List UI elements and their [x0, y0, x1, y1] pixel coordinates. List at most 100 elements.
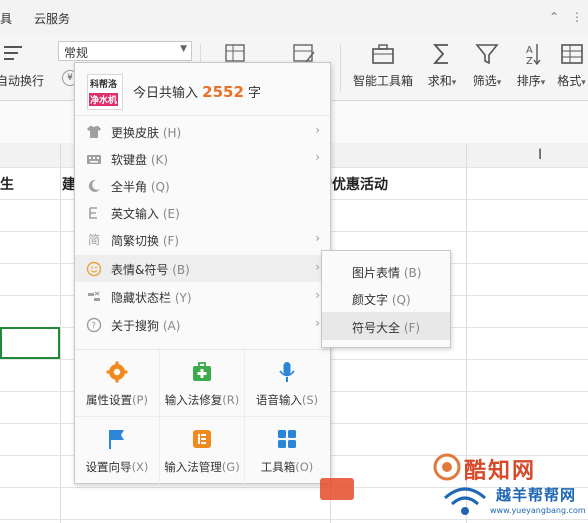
submenu-item-label: 颜文字 — [352, 293, 389, 307]
format-icon — [560, 44, 583, 64]
menu-item-english-input[interactable]: 英文输入 (E) — [75, 199, 330, 226]
more-options-icon[interactable]: ⋮ — [570, 10, 584, 24]
svg-text:Z: Z — [526, 56, 533, 67]
logo-text-line-1: 科帮洛 — [90, 80, 118, 90]
chevron-right-icon: › — [315, 316, 320, 330]
menu-item-hotkey: (E) — [162, 207, 180, 221]
ime-header: 科帮洛 净水机 今日共输入 2552 字 — [75, 63, 330, 116]
menu-item-hotkey: (Q) — [150, 180, 170, 194]
watermark-brand-text: 酷知网 — [464, 459, 537, 484]
tshirt-icon — [86, 124, 102, 140]
smiley-icon — [86, 261, 102, 277]
up-arrow-icon[interactable]: ⌃ — [547, 10, 561, 24]
svg-text:A: A — [526, 45, 533, 56]
emoji-symbol-submenu: 图片表情 (B) 颜文字 (Q) 符号大全 (F) — [321, 250, 451, 348]
menu-item-about-sogou[interactable]: ? 关于搜狗 (A) › — [75, 311, 330, 338]
chevron-right-icon: › — [315, 231, 320, 245]
setup-wizard-button[interactable]: 设置向导(X) — [75, 417, 159, 483]
sum-label: 求和 — [427, 74, 452, 88]
menu-item-label: 关于搜狗 — [111, 319, 160, 333]
logo-text-line-2: 净水机 — [89, 93, 119, 106]
chevron-down-icon: ▼ — [180, 44, 187, 54]
menu-item-label: 简繁切换 — [111, 234, 160, 248]
menu-item-full-half-width[interactable]: 全半角 (Q) — [75, 172, 330, 199]
ime-repair-button[interactable]: 输入法修复(R) — [160, 350, 244, 416]
microphone-icon — [279, 362, 295, 382]
ime-context-menu: 科帮洛 净水机 今日共输入 2552 字 更换皮肤 (H) › 软键盘 (K) … — [74, 62, 331, 484]
submenu-item-symbol-collection[interactable]: 符号大全 (F) — [322, 312, 450, 340]
menu-item-hotkey: (K) — [150, 153, 169, 167]
menu-item-simplified-traditional[interactable]: 简 简繁切换 (F) › — [75, 226, 330, 253]
submenu-item-hotkey: (Q) — [391, 293, 411, 307]
menu-item-hotkey: (A) — [162, 319, 181, 333]
toolbox-grid-icon — [278, 430, 296, 448]
menu-item-label: 更换皮肤 — [111, 126, 160, 140]
smart-toolbox-button[interactable]: 智能工具箱 — [350, 40, 416, 94]
keyboard-icon — [86, 151, 102, 167]
submenu-item-hotkey: (F) — [403, 321, 421, 335]
grid-item-hotkey: (G) — [221, 460, 240, 474]
selected-cell[interactable] — [0, 327, 60, 359]
menu-item-change-skin[interactable]: 更换皮肤 (H) › — [75, 118, 330, 145]
ribbon-divider — [340, 44, 341, 92]
chevron-down-icon: ▾ — [451, 78, 457, 88]
text-cursor-icon: I — [538, 147, 543, 163]
smart-toolbox-label: 智能工具箱 — [352, 74, 413, 88]
properties-settings-button[interactable]: 属性设置(P) — [75, 350, 159, 416]
filter-button[interactable]: 筛选▾ — [468, 40, 506, 94]
daily-input-count: 今日共输入 2552 字 — [133, 82, 261, 101]
grid-item-label: 输入法管理 — [164, 460, 222, 474]
watermark-logo-icon — [433, 453, 461, 481]
cell-text[interactable]: 生 — [0, 174, 14, 194]
sigma-icon — [432, 44, 448, 64]
sort-label: 排序 — [516, 74, 541, 88]
menu-item-label: 隐藏状态栏 — [111, 291, 172, 305]
help-icon: ? — [86, 317, 102, 333]
toolbox-icon — [372, 44, 394, 64]
menu-item-label: 英文输入 — [111, 207, 160, 221]
sort-icon: AZ — [526, 44, 541, 67]
daily-input-suffix: 字 — [248, 86, 262, 101]
grid-item-label: 设置向导 — [85, 460, 132, 474]
sort-button[interactable]: AZ 排序▾ — [512, 40, 550, 94]
grid-item-label: 工具箱 — [260, 460, 296, 474]
submenu-item-label: 图片表情 — [352, 266, 401, 280]
voice-input-button[interactable]: 语音输入(S) — [245, 350, 329, 416]
number-format-select[interactable]: 常规 ▼ — [58, 41, 192, 61]
watermark-site-text: 越羊帮帮网 — [496, 486, 577, 504]
chevron-right-icon: › — [315, 260, 320, 274]
format-button[interactable]: 格式▾ — [555, 40, 588, 94]
ime-tools-grid: 属性设置(P) 输入法修复(R) 语音输入(S) 设置向导(X) 输入法管理(G… — [75, 349, 330, 484]
grid-item-hotkey: (P) — [132, 393, 148, 407]
submenu-item-hotkey: (B) — [403, 266, 422, 280]
repair-kit-icon — [193, 362, 211, 381]
menu-item-tools[interactable]: 具 — [0, 10, 12, 27]
menu-item-label: 全半角 — [111, 180, 148, 194]
submenu-item-image-emoji[interactable]: 图片表情 (B) — [322, 257, 450, 285]
grid-item-hotkey: (S) — [301, 393, 319, 407]
filter-icon — [475, 44, 499, 65]
menu-item-hide-statusbar[interactable]: 隐藏状态栏 (Y) › — [75, 283, 330, 310]
menu-item-cloud-service[interactable]: 云服务 — [34, 10, 70, 27]
ime-manager-button[interactable]: 输入法管理(G) — [160, 417, 244, 483]
filter-label: 筛选 — [472, 74, 497, 88]
submenu-item-emoticons[interactable]: 颜文字 (Q) — [322, 284, 450, 312]
flag-icon — [109, 430, 124, 449]
menu-item-label: 表情&符号 — [111, 263, 169, 277]
wrap-text-button[interactable]: 自动换行 — [0, 40, 44, 94]
wrap-text-label: 自动换行 — [0, 74, 45, 88]
grid-item-hotkey: (R) — [222, 393, 240, 407]
chevron-right-icon: › — [315, 150, 320, 164]
grid-item-label: 输入法修复 — [164, 393, 223, 407]
chevron-right-icon: › — [315, 123, 320, 137]
menu-item-emoji-symbols[interactable]: 表情&符号 (B) › — [75, 255, 330, 282]
chevron-down-icon: ▾ — [496, 78, 502, 88]
chevron-down-icon: ▾ — [581, 78, 586, 88]
chevron-right-icon: › — [315, 288, 320, 302]
menu-item-soft-keyboard[interactable]: 软键盘 (K) › — [75, 145, 330, 172]
menu-item-hotkey: (F) — [162, 234, 180, 248]
sum-button[interactable]: 求和▾ — [424, 40, 460, 94]
moon-icon — [86, 178, 102, 194]
toolbox-button[interactable]: 工具箱(O) — [245, 417, 329, 483]
submenu-item-label: 符号大全 — [352, 321, 401, 335]
